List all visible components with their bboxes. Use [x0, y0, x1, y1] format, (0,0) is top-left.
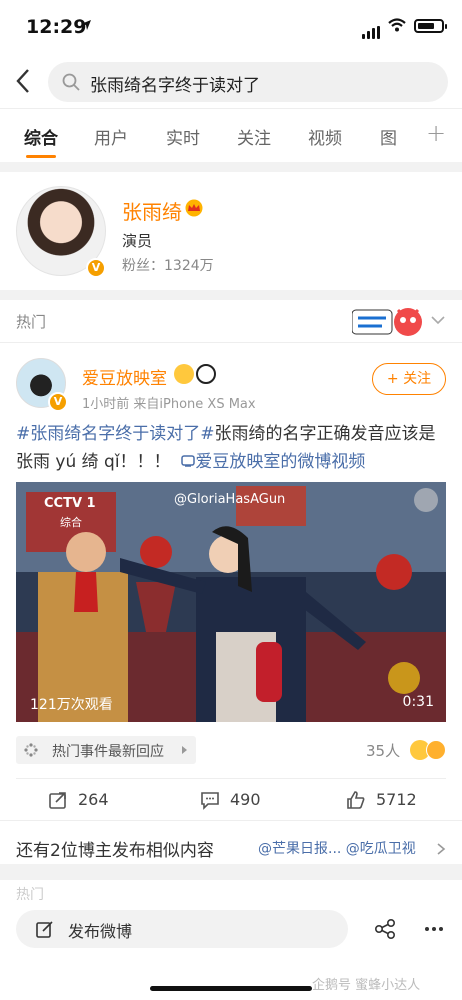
channel-logo: CCTV 1 [44, 496, 96, 511]
emoji-icon [174, 364, 194, 384]
user-fans: 粉丝：1324万 [122, 258, 214, 274]
post-text: #张雨绮名字终于读对了#张雨绮的名字正确发音应该是张雨 yú 绮 qǐ！！！ 爱… [16, 420, 450, 476]
user-title: 演员 [122, 232, 153, 250]
repost-icon [49, 792, 66, 809]
signal-icon [362, 20, 382, 39]
sticker-icon [352, 308, 422, 336]
event-text: 热门事件最新回应 [52, 744, 164, 760]
verified-icon: V [48, 392, 68, 412]
video-player[interactable]: CCTV 1 综合 @GloriaHasAGun 121万次观看 0:31 [16, 482, 446, 722]
chevron-right-icon [437, 843, 446, 855]
similar-posts-links[interactable]: @芒果日报... @吃瓜卫视 [258, 838, 416, 858]
thumbs-up-icon [347, 791, 365, 809]
add-tab-icon[interactable]: + [426, 119, 446, 147]
user-card[interactable]: V 张雨绮 演员 粉丝：1324万 [0, 172, 462, 290]
tab-comprehensive[interactable]: 综合 [24, 124, 58, 149]
more-icon[interactable] [424, 926, 444, 932]
comment-button[interactable]: 490 [200, 790, 280, 814]
search-bar: 张雨绮名字终于读对了 [0, 56, 462, 108]
share-button[interactable]: 264 [48, 790, 128, 814]
wifi-icon [388, 18, 406, 32]
reactor-count[interactable]: 35人 [366, 740, 400, 761]
location-arrow-icon [81, 20, 91, 30]
follow-button[interactable]: + 关注 [372, 363, 446, 395]
video-link-icon [181, 455, 196, 467]
tab-active-indicator [26, 155, 56, 158]
post-weibo-button[interactable]: 发布微博 [16, 910, 348, 948]
emoji-icon [426, 740, 446, 760]
video-duration: 0:31 [402, 694, 434, 710]
search-input[interactable]: 张雨绮名字终于读对了 [48, 62, 448, 102]
channel-sub: 综合 [60, 516, 82, 529]
bottom-bar: 发布微博 企鹅号 蜜蜂小达人 [0, 900, 462, 1000]
divider [0, 820, 462, 821]
status-time: 12:29 [26, 16, 87, 38]
chevron-right-icon [182, 746, 187, 754]
next-section-peek: 热门 [0, 880, 462, 903]
tab-following[interactable]: 关注 [237, 124, 271, 149]
status-bar: 12:29 [0, 0, 462, 56]
battery-icon [414, 19, 447, 33]
edit-icon [36, 921, 53, 938]
watermark: 企鹅号 蜜蜂小达人 [312, 978, 421, 993]
divider [0, 342, 462, 343]
post-card: 热门 V 爱豆放映室 1小时前 来自iPhone XS Max + 关注 #张雨… [0, 300, 462, 864]
similar-posts-text: 还有2位博主发布相似内容 [16, 841, 214, 861]
tab-users[interactable]: 用户 [94, 124, 128, 149]
share-count: 264 [78, 790, 109, 809]
video-views: 121万次观看 [30, 697, 113, 713]
chevron-down-icon[interactable] [430, 314, 446, 326]
like-button[interactable]: 5712 [346, 790, 426, 814]
video-link[interactable]: 爱豆放映室的微博视频 [195, 452, 365, 472]
video-watermark: @GloriaHasAGun [174, 492, 286, 507]
user-name[interactable]: 张雨绮 [122, 196, 182, 225]
verified-icon: V [86, 258, 106, 278]
comment-count: 490 [230, 790, 261, 809]
crown-icon [185, 199, 203, 217]
event-icon [24, 743, 38, 757]
post-meta: 1小时前 来自iPhone XS Max [82, 397, 256, 412]
home-indicator [150, 986, 312, 991]
tab-bar: 综合 用户 实时 关注 视频 图 + [0, 108, 462, 162]
post-weibo-label: 发布微博 [68, 922, 133, 941]
author-name[interactable]: 爱豆放映室 [82, 364, 167, 389]
similar-posts-row[interactable]: 还有2位博主发布相似内容 @芒果日报... @吃瓜卫视 [0, 830, 462, 864]
search-icon [62, 73, 80, 91]
hashtag-link[interactable]: #张雨绮名字终于读对了# [16, 424, 215, 444]
back-icon[interactable] [12, 66, 36, 96]
divider [16, 778, 446, 779]
like-count: 5712 [376, 790, 417, 809]
event-tag[interactable]: 热门事件最新回应 [16, 736, 196, 764]
panda-icon [196, 364, 216, 384]
comment-icon [201, 792, 219, 810]
tab-realtime[interactable]: 实时 [166, 124, 200, 149]
search-query: 张雨绮名字终于读对了 [90, 76, 260, 96]
tab-video[interactable]: 视频 [308, 124, 342, 149]
section-label: 热门 [16, 313, 47, 331]
share-icon[interactable] [374, 918, 396, 940]
tab-images[interactable]: 图 [380, 124, 397, 149]
